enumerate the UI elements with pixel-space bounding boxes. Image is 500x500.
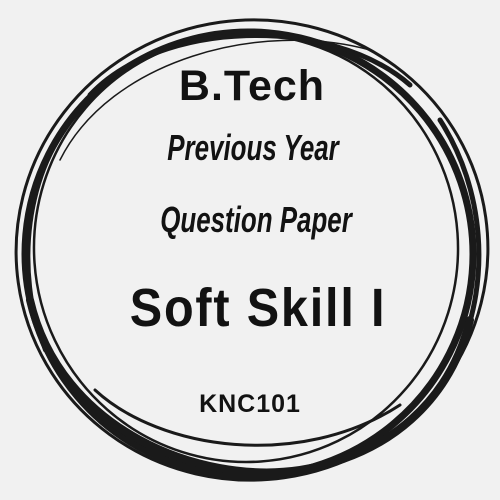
degree-title: B.Tech bbox=[178, 62, 326, 110]
subject-title: Soft Skill I bbox=[129, 278, 387, 338]
course-code: KNC101 bbox=[199, 390, 301, 418]
subtitle-line-1: Previous Year bbox=[167, 127, 339, 168]
badge-canvas: B.Tech Previous Year Question Paper Soft… bbox=[0, 0, 500, 500]
subtitle-line-2: Question Paper bbox=[160, 199, 352, 240]
